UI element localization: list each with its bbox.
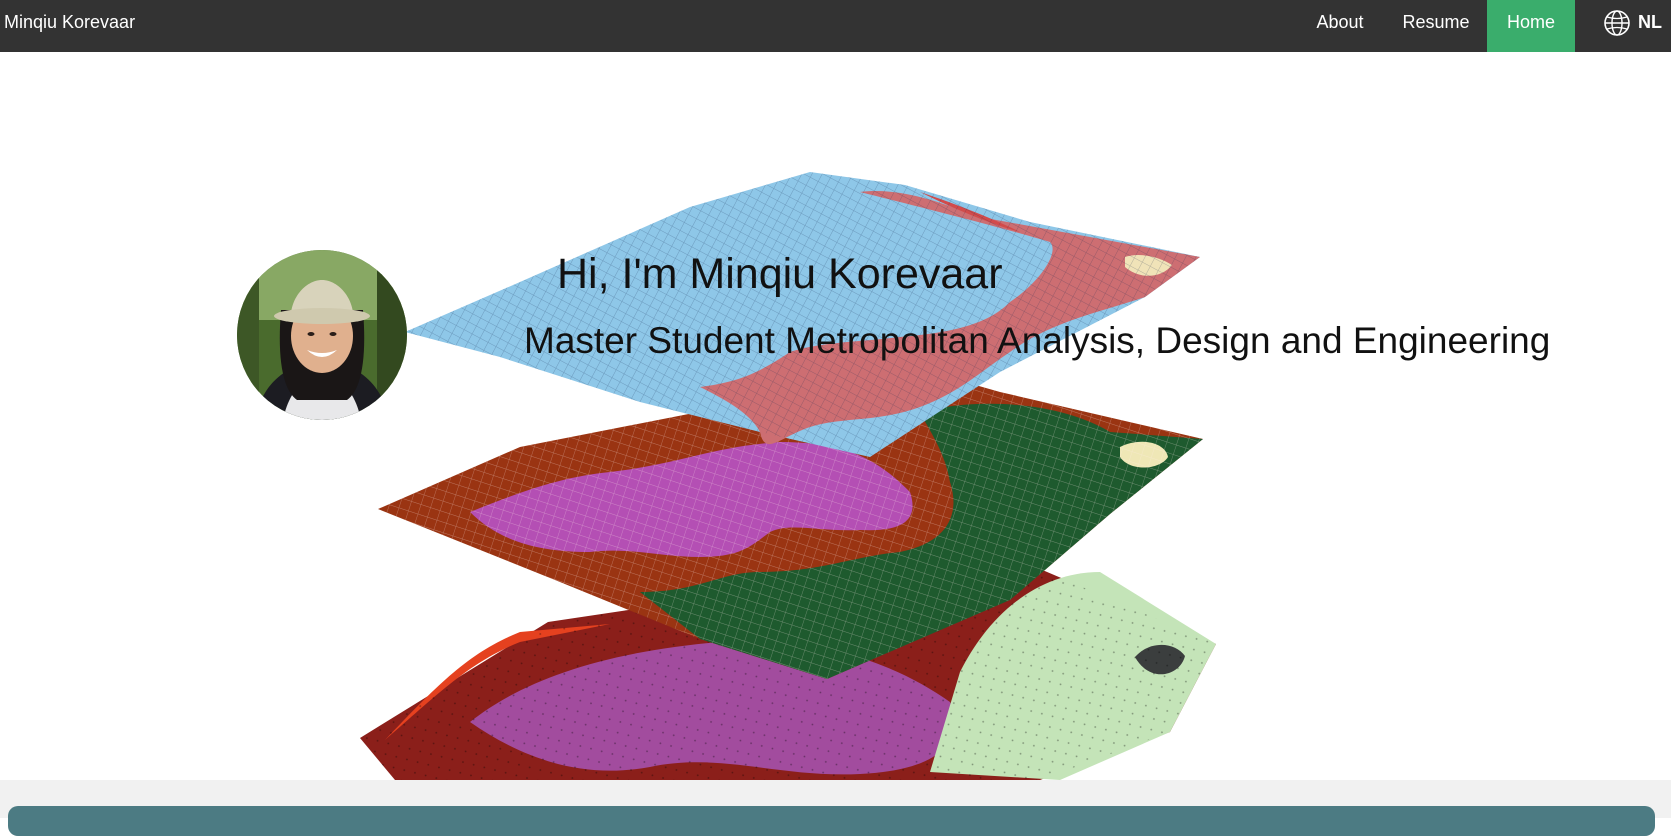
content-card [8,806,1655,836]
hero-section: Hi, I'm Minqiu Korevaar Master Student M… [0,52,1671,780]
language-label: NL [1638,12,1662,32]
hero-title: Hi, I'm Minqiu Korevaar [557,250,1003,298]
profile-photo-icon [237,250,407,420]
profile-avatar [237,250,407,420]
nav-about[interactable]: About [1306,0,1374,52]
site-brand[interactable]: Minqiu Korevaar [4,0,135,52]
nav-home[interactable]: Home [1487,0,1575,52]
terrain-layers-illustration [360,172,1216,780]
language-switch[interactable]: NL [1600,0,1671,52]
top-navbar: Minqiu Korevaar About Resume Home NL [0,0,1671,52]
nav-resume[interactable]: Resume [1396,0,1476,52]
globe-icon [1604,10,1630,36]
hero-subtitle: Master Student Metropolitan Analysis, De… [524,320,1551,361]
